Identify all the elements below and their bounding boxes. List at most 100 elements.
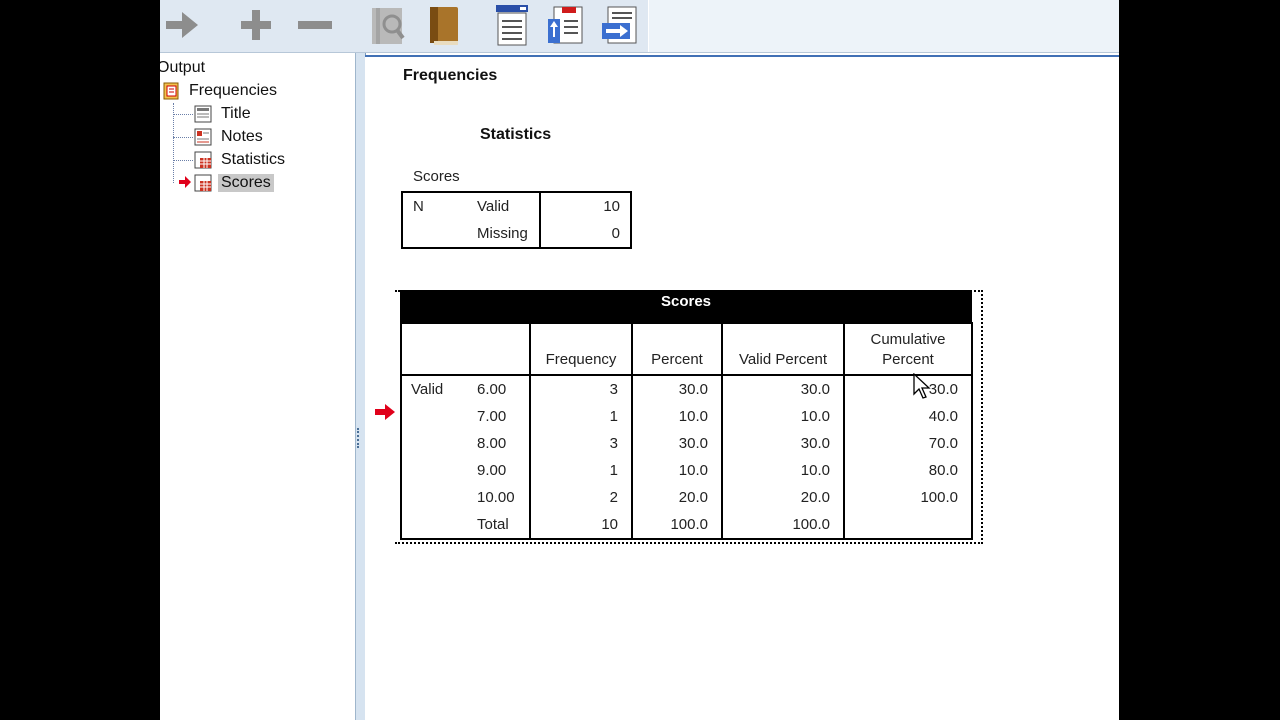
table-cell: 30.0 (721, 375, 844, 403)
insert-text-icon (602, 6, 637, 44)
table-cell: Valid (477, 198, 510, 215)
outline-item-label: Frequencies (189, 82, 278, 99)
scores-frequency-table[interactable]: Frequency Percent Valid Percent Cumulati… (400, 322, 973, 540)
content-pane[interactable]: Frequencies Statistics Scores N Valid 10… (365, 55, 1119, 720)
forward-arrow-icon (166, 12, 198, 38)
collapse-button[interactable] (293, 4, 337, 46)
tree-line (173, 137, 193, 138)
table-icon (193, 150, 213, 170)
outline-root-output[interactable]: Output (160, 59, 205, 77)
table-cell: 10.0 (721, 457, 844, 484)
table-icon (193, 173, 213, 193)
statistics-table[interactable]: N Valid 10 Missing 0 (401, 191, 632, 249)
table-cell: 30.0 (843, 375, 972, 403)
insert-text-button[interactable] (598, 4, 642, 46)
table-row: Total 10 100.0 100.0 (401, 511, 972, 539)
procedure-book-icon (161, 81, 181, 101)
table-cell: 30.0 (721, 430, 844, 457)
outline-item-label: Scores (218, 174, 274, 192)
table-cell: 10 (539, 192, 631, 220)
book-icon (430, 7, 458, 45)
row-group-label: Valid (411, 381, 444, 398)
table-cell: Valid 6.00 (401, 375, 530, 403)
tree-line (173, 103, 174, 183)
header-cell-blank (401, 323, 530, 376)
table-row: 7.00 1 10.0 10.0 40.0 (401, 403, 972, 430)
row-value: 7.00 (477, 408, 507, 425)
insert-title-button[interactable] (544, 4, 588, 46)
table-cell: 3 (529, 430, 632, 457)
table-cell: 10 (529, 511, 632, 539)
outline-item-statistics[interactable]: Statistics (193, 149, 288, 171)
spss-viewer-window: Output Frequencies Title Notes Statistic… (160, 0, 1119, 720)
insert-heading-button[interactable] (490, 4, 534, 46)
table-cell (843, 511, 972, 539)
table-cell: 1 (529, 403, 632, 430)
hide-button[interactable] (366, 4, 410, 46)
insert-title-icon (548, 6, 583, 44)
table-cell: 10.0 (721, 403, 844, 430)
outline-item-title[interactable]: Title (193, 103, 254, 125)
toolbar-empty-area (649, 0, 1119, 52)
hide-icon (372, 8, 405, 44)
row-value: Total (477, 516, 509, 533)
header-cell: Frequency (529, 323, 632, 376)
mouse-cursor-icon (913, 373, 931, 399)
table-cell: 70.0 (843, 430, 972, 457)
insert-heading-icon (496, 5, 528, 46)
title-page-icon (193, 104, 213, 124)
table-row: 9.00 1 10.0 10.0 80.0 (401, 457, 972, 484)
forward-button[interactable] (160, 4, 204, 46)
table-cell (402, 220, 467, 248)
row-value: 10.00 (477, 489, 515, 506)
outline-item-notes[interactable]: Notes (193, 126, 266, 148)
table-cell: 20.0 (631, 484, 722, 511)
toolbar (160, 0, 1119, 53)
outline-item-label: Title (221, 105, 251, 122)
table-header-row: Frequency Percent Valid Percent Cumulati… (401, 323, 972, 376)
table-cell: 30.0 (631, 430, 722, 457)
table-cell: 40.0 (843, 403, 972, 430)
table-cell: 2 (529, 484, 632, 511)
statistics-caption: Scores (413, 168, 460, 185)
row-value: 8.00 (477, 435, 507, 452)
row-value: 9.00 (477, 462, 507, 479)
table-cell: 100.0 (631, 511, 722, 539)
table-row: Missing 0 (402, 220, 631, 248)
tree-line (173, 114, 193, 115)
table-cell: N (413, 198, 424, 215)
outline-item-frequencies[interactable]: Frequencies (161, 80, 280, 102)
table-cell: 100.0 (721, 511, 844, 539)
outline-item-label: Notes (221, 128, 263, 145)
table-row: 10.00 2 20.0 20.0 100.0 (401, 484, 972, 511)
header-cell: Percent (631, 323, 722, 376)
table-cell: 10.0 (631, 457, 722, 484)
current-item-arrow-icon (375, 404, 395, 420)
outline-pane[interactable]: Output Frequencies Title Notes Statistic… (160, 53, 355, 720)
outline-item-scores[interactable]: Scores (193, 172, 274, 194)
scores-table-title: Scores (400, 290, 972, 322)
page-title[interactable]: Frequencies (403, 67, 497, 85)
table-cell: 30.0 (631, 375, 722, 403)
table-cell: 10.0 (631, 403, 722, 430)
table-row: Valid 6.00 3 30.0 30.0 30.0 (401, 375, 972, 403)
table-cell: 1 (529, 457, 632, 484)
row-value: 6.00 (477, 381, 507, 398)
table-row: 8.00 3 30.0 30.0 70.0 (401, 430, 972, 457)
current-item-arrow-icon (179, 176, 191, 188)
outline-item-label: Statistics (221, 151, 286, 168)
statistics-table-title[interactable]: Statistics (480, 126, 551, 144)
expand-button[interactable] (234, 4, 278, 46)
splitter-grip[interactable] (357, 428, 362, 448)
table-cell: 80.0 (843, 457, 972, 484)
tree-line (173, 160, 193, 161)
book-button[interactable] (422, 4, 466, 46)
table-row: N Valid 10 (402, 192, 631, 220)
notes-icon (193, 127, 213, 147)
expand-plus-icon (241, 10, 271, 40)
collapse-minus-icon (298, 21, 332, 29)
table-cell: 100.0 (843, 484, 972, 511)
table-cell: Missing (477, 225, 528, 242)
table-cell: 20.0 (721, 484, 844, 511)
header-cell: Cumulative Percent (843, 323, 972, 376)
